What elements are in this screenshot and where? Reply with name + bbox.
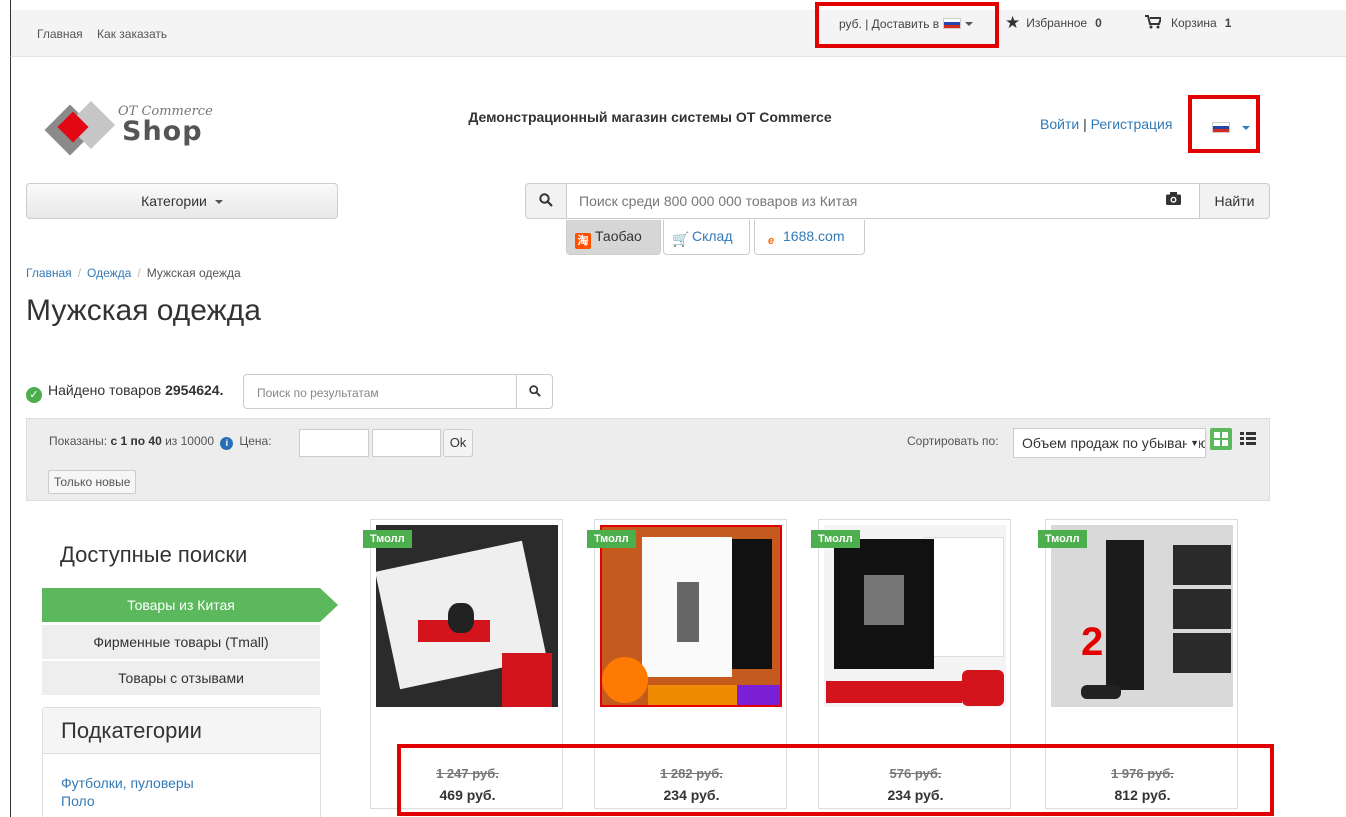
price-from-input[interactable] — [299, 429, 369, 457]
top-nav: Главная Как заказать — [37, 27, 178, 41]
only-new-button[interactable]: Только новые — [48, 470, 137, 494]
russia-flag-icon — [942, 18, 961, 29]
breadcrumb-item[interactable]: Одежда — [87, 266, 131, 280]
store-title: Демонстрационный магазин системы OT Comm… — [468, 109, 832, 125]
results-count-label: Найдено товаров — [48, 382, 162, 398]
info-icon[interactable]: i — [220, 437, 234, 450]
favorites-link[interactable]: ★ Избранное 0 — [1005, 13, 1102, 33]
register-link[interactable]: Регистрация — [1091, 116, 1173, 132]
chevron-down-icon — [214, 200, 223, 204]
russia-flag-icon — [1212, 122, 1230, 133]
1688-icon: e — [767, 235, 775, 247]
tmall-badge: Тмолл — [363, 530, 412, 548]
price-to-input[interactable] — [372, 429, 441, 457]
cart-link[interactable]: Корзина 1 — [1145, 15, 1231, 30]
site-logo[interactable]: OT Commerce Shop — [44, 100, 230, 170]
cart-label: Корзина — [1171, 16, 1217, 30]
sort-label: Сортировать по: — [907, 434, 999, 448]
breadcrumb-separator: / — [77, 266, 82, 280]
prices-highlight-box — [397, 744, 1274, 816]
result-search-input[interactable]: Поиск по результатам — [243, 374, 517, 409]
subcategory-link[interactable]: Футболки, пуловеры — [43, 774, 320, 792]
product-image[interactable] — [824, 525, 1006, 707]
price-apply-button[interactable]: Ok — [443, 429, 473, 457]
sidebar-item-china-goods[interactable]: Товары из Китая — [42, 588, 338, 622]
favorites-label: Избранное — [1026, 16, 1088, 30]
cart-count: 1 — [1224, 16, 1232, 30]
search-bar: Поиск среди 800 000 000 товаров из Китая… — [525, 183, 1270, 219]
tab-warehouse[interactable]: 🛒 Склад — [663, 220, 750, 255]
page-title: Мужская одежда — [26, 294, 261, 327]
chevron-down-icon — [964, 22, 973, 26]
shown-total: из 10000 — [165, 434, 215, 448]
tab-taobao-label: Таобао — [595, 228, 642, 244]
tab-1688-label: 1688.com — [783, 228, 845, 244]
language-dropdown[interactable] — [1188, 95, 1260, 153]
list-view-icon[interactable] — [1240, 432, 1256, 446]
nav-how-to-order-link[interactable]: Как заказать — [97, 27, 167, 41]
tab-1688[interactable]: e 1688.com — [754, 220, 865, 255]
product-image[interactable] — [376, 525, 558, 707]
search-icon[interactable] — [525, 183, 567, 219]
favorites-count: 0 — [1095, 16, 1102, 30]
camera-icon[interactable] — [1166, 192, 1181, 209]
cart-icon — [1145, 15, 1163, 29]
auth-links: Войти | Регистрация — [1040, 116, 1172, 132]
result-search-button[interactable] — [516, 374, 553, 409]
breadcrumb-current: Мужская одежда — [146, 266, 241, 280]
result-search: Поиск по результатам — [243, 374, 553, 409]
sidebar-item-reviews[interactable]: Товары с отзывами — [42, 661, 320, 695]
product-image[interactable]: 2 — [1051, 525, 1233, 707]
subcategory-link[interactable]: Поло — [43, 792, 320, 810]
price-label: Цена: — [239, 434, 272, 448]
currency-delivery-dropdown[interactable]: руб. | Доставить в — [815, 2, 999, 48]
breadcrumb-separator: / — [137, 266, 141, 280]
currency-delivery-label: руб. | Доставить в — [839, 17, 940, 31]
grid-view-icon[interactable] — [1210, 428, 1232, 450]
star-icon: ★ — [1005, 13, 1021, 32]
search-icon — [528, 385, 541, 397]
sidebar-title: Доступные поиски — [60, 542, 248, 567]
chevron-down-icon: ▼ — [1187, 438, 1199, 448]
tmall-badge: Тмолл — [811, 530, 860, 548]
tab-taobao[interactable]: 淘 Таобао — [566, 220, 661, 255]
results-count-value: 2954624. — [165, 382, 224, 398]
breadcrumb-item[interactable]: Главная — [26, 266, 72, 280]
tmall-badge: Тмолл — [1038, 530, 1087, 548]
tmall-badge: Тмолл — [587, 530, 636, 548]
sidebar-item-tmall[interactable]: Фирменные товары (Tmall) — [42, 625, 320, 659]
subcategories-title: Подкатегории — [43, 708, 320, 754]
categories-label: Категории — [141, 193, 207, 209]
chevron-down-icon — [1242, 126, 1250, 130]
nav-home-link[interactable]: Главная — [37, 27, 83, 41]
categories-button[interactable]: Категории — [26, 183, 338, 219]
product-image-mark: 2 — [1081, 620, 1104, 664]
warehouse-icon: 🛒 — [672, 231, 690, 247]
results-count: ✓ Найдено товаров 2954624. — [26, 382, 224, 403]
left-border-line — [10, 0, 11, 817]
tab-warehouse-label: Склад — [692, 228, 733, 244]
login-link[interactable]: Войти — [1040, 116, 1079, 132]
auth-separator: | — [1079, 116, 1091, 132]
search-input[interactable]: Поиск среди 800 000 000 товаров из Китая — [566, 183, 1200, 219]
search-submit-button[interactable]: Найти — [1199, 183, 1270, 219]
shown-prefix: Показаны: — [49, 434, 108, 448]
filter-bar: Показаны: с 1 по 40 из 10000 i Цена: Ok Т… — [26, 418, 1270, 501]
subcategories-panel: Подкатегории Футболки, пуловеры Поло — [42, 707, 321, 817]
sort-value: Объем продаж по убыванию — [1022, 435, 1206, 451]
shown-range-value: с 1 по 40 — [110, 434, 162, 448]
taobao-icon: 淘 — [575, 233, 591, 249]
logo-text-main: Shop — [122, 116, 203, 147]
sort-select[interactable]: Объем продаж по убыванию ▼ — [1013, 428, 1206, 458]
check-icon: ✓ — [26, 387, 42, 403]
breadcrumb: Главная / Одежда / Мужская одежда — [26, 266, 241, 280]
shown-range: Показаны: с 1 по 40 из 10000 i Цена: — [49, 434, 272, 450]
product-image[interactable] — [600, 525, 782, 707]
